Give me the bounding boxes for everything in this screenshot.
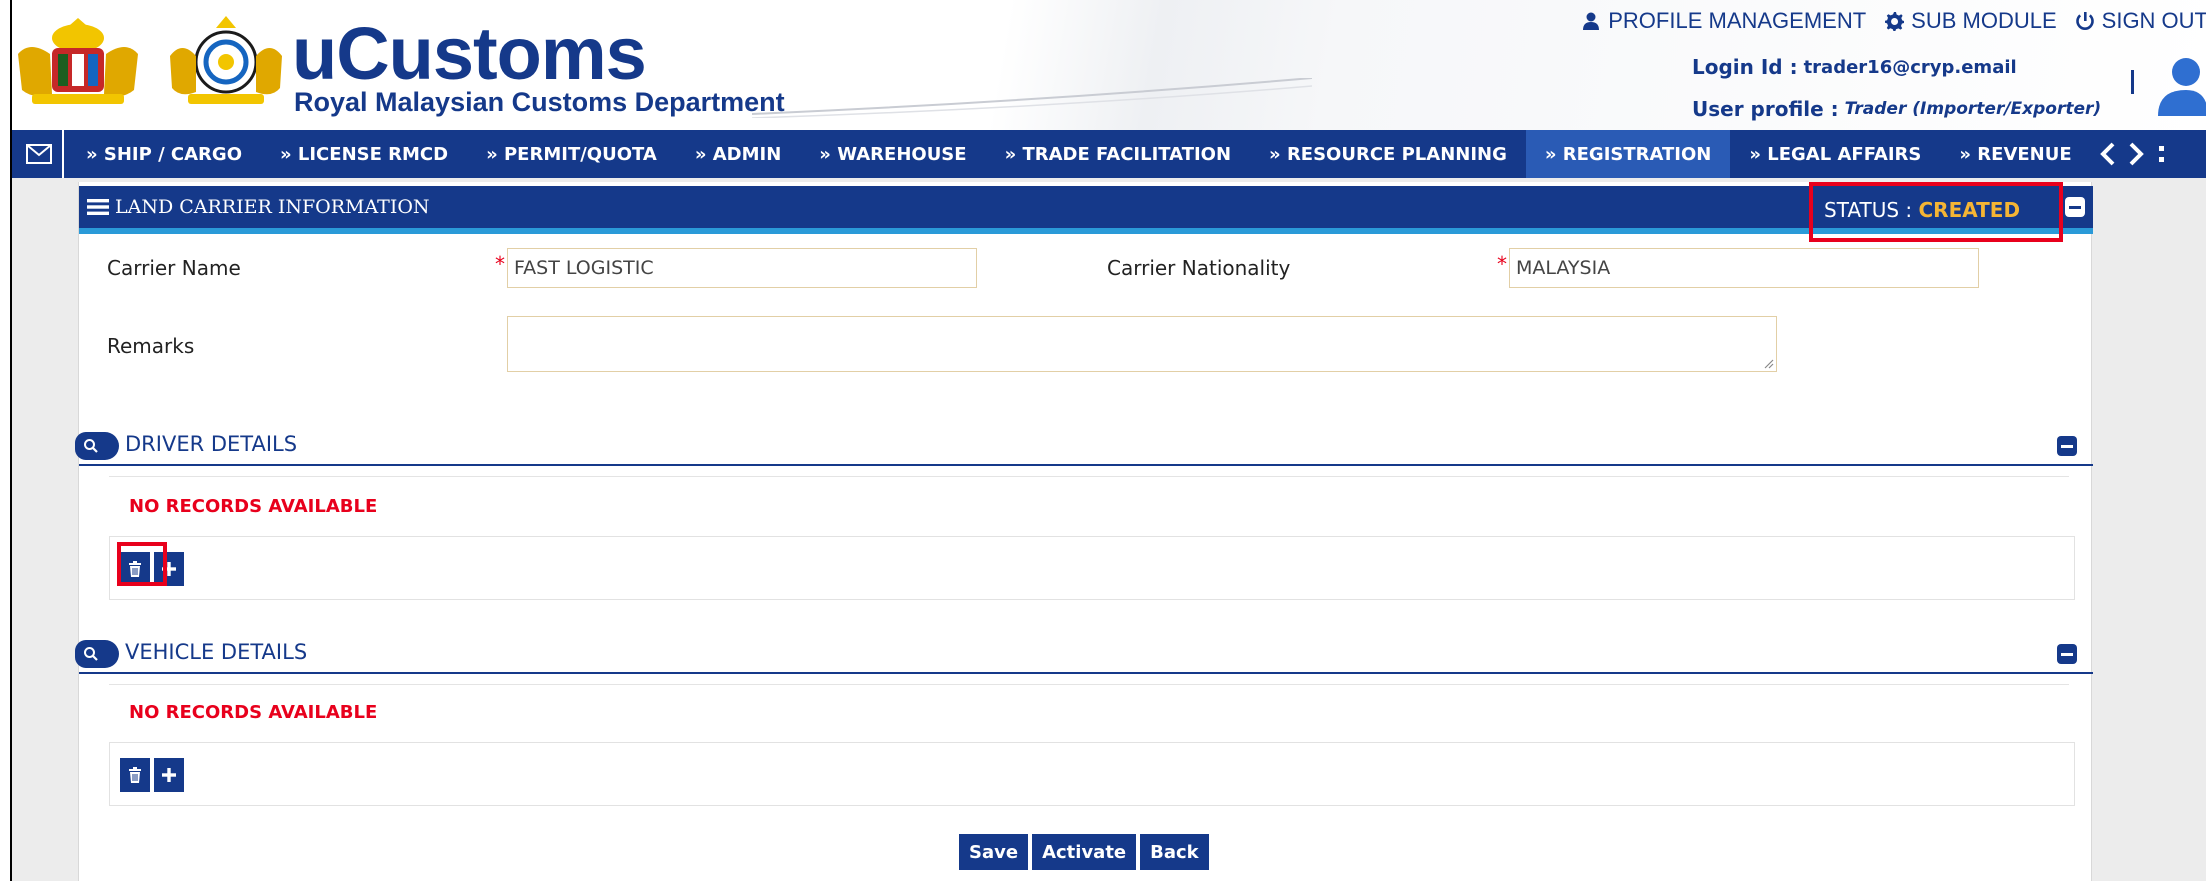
nav-legal-affairs[interactable]: » LEGAL AFFAIRS	[1730, 130, 1940, 178]
header-divider	[2131, 70, 2134, 94]
chevron-left-icon[interactable]	[2099, 142, 2117, 166]
avatar-icon[interactable]	[2156, 56, 2206, 116]
save-button[interactable]: Save	[959, 834, 1029, 870]
chevron-right-icon[interactable]	[2127, 142, 2145, 166]
vehicle-details-title: VEHICLE DETAILS	[125, 640, 308, 664]
driver-no-records: NO RECORDS AVAILABLE	[129, 496, 378, 517]
panel-title: LAND CARRIER INFORMATION	[115, 196, 430, 218]
driver-details-header: DRIVER DETAILS	[75, 422, 2093, 466]
plus-icon	[162, 768, 176, 782]
envelope-icon	[26, 144, 52, 164]
vehicle-search-toggle[interactable]	[75, 640, 119, 668]
header: uCustoms Royal Malaysian Customs Departm…	[12, 0, 2206, 130]
activate-button[interactable]: Activate	[1032, 834, 1137, 870]
remarks-textarea[interactable]	[507, 316, 1777, 372]
list-icon	[87, 199, 109, 215]
user-profile-label: User profile :	[1692, 97, 1839, 121]
search-icon	[84, 439, 98, 453]
remarks-label: Remarks	[107, 334, 195, 358]
sign-out-label: SIGN OUT	[2101, 8, 2206, 33]
nav-revenue[interactable]: » REVENUE	[1940, 130, 2090, 178]
brand-title: uCustoms	[292, 12, 647, 95]
carrier-nationality-field[interactable]: MALAYSIA	[1509, 248, 1979, 288]
main-nav: » SHIP / CARGO » LICENSE RMCD » PERMIT/Q…	[12, 130, 2206, 178]
login-info: Login Id : trader16@cryp.email User prof…	[1692, 46, 2101, 130]
mail-button[interactable]	[16, 130, 64, 178]
user-icon	[1583, 12, 1600, 30]
nav-ship-cargo[interactable]: » SHIP / CARGO	[64, 130, 261, 178]
divider	[109, 684, 2069, 685]
login-id-label: Login Id :	[1692, 55, 1798, 79]
user-profile-value: Trader (Importer/Exporter)	[1844, 99, 2102, 119]
nav-permit-quota[interactable]: » PERMIT/QUOTA	[467, 130, 676, 178]
vehicle-details-header: VEHICLE DETAILS	[75, 630, 2093, 674]
driver-search-toggle[interactable]	[75, 432, 119, 460]
nav-warehouse[interactable]: » WAREHOUSE	[800, 130, 985, 178]
vehicle-delete-button[interactable]	[120, 758, 150, 792]
gear-icon	[1885, 12, 1905, 31]
brand-subtitle: Royal Malaysian Customs Department	[294, 87, 785, 117]
profile-management-link[interactable]: PROFILE MANAGEMENT	[1581, 8, 1866, 34]
form-actions: Save Activate Back	[959, 834, 1209, 870]
carrier-nationality-label: Carrier Nationality	[1107, 256, 1291, 280]
back-button[interactable]: Back	[1140, 834, 1209, 870]
search-icon	[84, 647, 98, 661]
driver-toolbar	[109, 536, 2075, 600]
nav-resource-planning[interactable]: » RESOURCE PLANNING	[1250, 130, 1526, 178]
nav-admin[interactable]: » ADMIN	[676, 130, 800, 178]
sign-out-link[interactable]: SIGN OUT	[2075, 8, 2206, 34]
vehicle-toolbar	[109, 742, 2075, 806]
required-mark: *	[1497, 252, 1507, 276]
resize-grip-icon[interactable]	[1762, 357, 1774, 369]
top-links: PROFILE MANAGEMENT SUB MODULE SIGN OUT	[1581, 8, 2206, 34]
panel-header: LAND CARRIER INFORMATION STATUS : CREATE…	[79, 186, 2093, 228]
land-carrier-panel: LAND CARRIER INFORMATION STATUS : CREATE…	[75, 182, 2093, 881]
driver-collapse-button[interactable]	[2057, 436, 2077, 456]
add-driver-highlight-box	[117, 542, 167, 586]
vehicle-collapse-button[interactable]	[2057, 644, 2077, 664]
sub-module-link[interactable]: SUB MODULE	[1884, 8, 2057, 34]
power-icon	[2075, 12, 2094, 30]
header-swoosh-decoration	[752, 78, 1312, 118]
profile-management-label: PROFILE MANAGEMENT	[1608, 8, 1867, 33]
carrier-name-field[interactable]: FAST LOGISTIC	[507, 248, 977, 288]
login-id-value: trader16@cryp.email	[1803, 56, 2017, 78]
trash-icon	[129, 767, 141, 783]
sub-module-label: SUB MODULE	[1911, 8, 2057, 33]
required-mark: *	[495, 252, 505, 276]
driver-details-title: DRIVER DETAILS	[125, 432, 298, 456]
nav-trade-facilitation[interactable]: » TRADE FACILITATION	[986, 130, 1250, 178]
carrier-name-label: Carrier Name	[107, 256, 241, 280]
vehicle-no-records: NO RECORDS AVAILABLE	[129, 702, 378, 723]
status-highlight-box	[1809, 182, 2063, 242]
vehicle-add-button[interactable]	[154, 758, 184, 792]
customs-emblem-icon	[170, 16, 282, 104]
panel-accent-bar	[79, 228, 2093, 234]
nav-registration[interactable]: » REGISTRATION	[1525, 130, 1731, 178]
panel-collapse-button[interactable]	[2065, 197, 2085, 217]
nav-scroll-arrows	[2099, 142, 2173, 166]
divider	[109, 476, 2069, 477]
app-window: uCustoms Royal Malaysian Customs Departm…	[10, 0, 2206, 881]
expand-icon[interactable]	[2155, 142, 2173, 166]
nav-license-rmcd[interactable]: » LICENSE RMCD	[261, 130, 467, 178]
malaysia-coat-of-arms-icon	[18, 18, 138, 104]
